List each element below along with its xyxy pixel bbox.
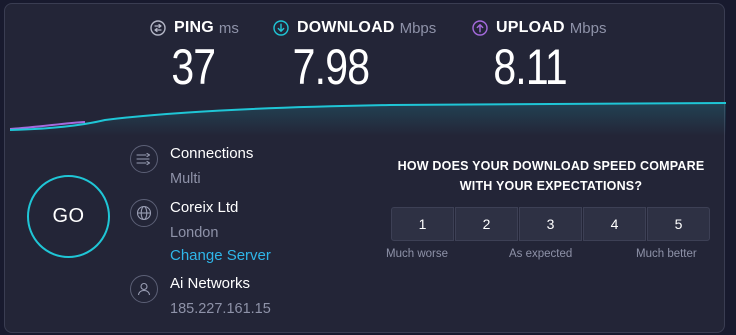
- rating-option-5[interactable]: 5: [647, 207, 710, 241]
- upload-metric: UPLOAD Mbps 8.11: [472, 18, 606, 92]
- scale-label-low: Much worse: [386, 248, 448, 260]
- download-value: 7.98: [292, 39, 370, 95]
- server-location: London: [170, 225, 219, 241]
- download-arrow-icon: [273, 20, 289, 36]
- change-server-link[interactable]: Change Server: [170, 246, 271, 266]
- upload-unit: Mbps: [569, 19, 607, 37]
- rating-option-1[interactable]: 1: [391, 207, 454, 241]
- speedtest-result-panel: PING ms 37 DOWNLOAD Mbps 7.98 UPLOAD Mbp…: [4, 3, 726, 333]
- connections-label: Connections: [170, 145, 254, 162]
- connections-icon: [130, 145, 158, 173]
- download-unit: Mbps: [399, 19, 437, 37]
- ping-unit: ms: [218, 19, 239, 37]
- speed-graph: [10, 102, 726, 136]
- rating-option-2[interactable]: 2: [455, 207, 518, 241]
- connections-info: Connections Multi: [130, 144, 253, 189]
- scale-label-high: Much better: [636, 248, 697, 260]
- download-metric: DOWNLOAD Mbps 7.98: [273, 18, 436, 92]
- upload-value: 8.11: [493, 39, 567, 95]
- go-button[interactable]: GO: [27, 175, 110, 258]
- ping-metric: PING ms 37: [150, 18, 239, 92]
- ping-icon: [150, 20, 166, 36]
- rating-option-4[interactable]: 4: [583, 207, 646, 241]
- upload-arrow-icon: [472, 20, 488, 36]
- server-info: Coreix Ltd London Change Server: [130, 198, 271, 266]
- download-label: DOWNLOAD: [297, 19, 395, 36]
- user-icon: [130, 275, 158, 303]
- isp-ip-address: 185.227.161.15: [170, 301, 271, 317]
- ping-value: 37: [171, 39, 216, 95]
- globe-icon: [130, 199, 158, 227]
- server-name: Coreix Ltd: [170, 199, 239, 216]
- connections-mode[interactable]: Multi: [170, 169, 253, 189]
- ping-label: PING: [174, 19, 214, 36]
- survey-question: HOW DOES YOUR DOWNLOAD SPEED COMPARE WIT…: [397, 159, 705, 193]
- scale-label-mid: As expected: [509, 248, 573, 260]
- rating-option-3[interactable]: 3: [519, 207, 582, 241]
- isp-info: Ai Networks 185.227.161.15: [130, 274, 271, 319]
- rating-scale: 1 2 3 4 5: [391, 207, 710, 241]
- upload-label: UPLOAD: [496, 19, 565, 36]
- isp-name: Ai Networks: [170, 275, 251, 292]
